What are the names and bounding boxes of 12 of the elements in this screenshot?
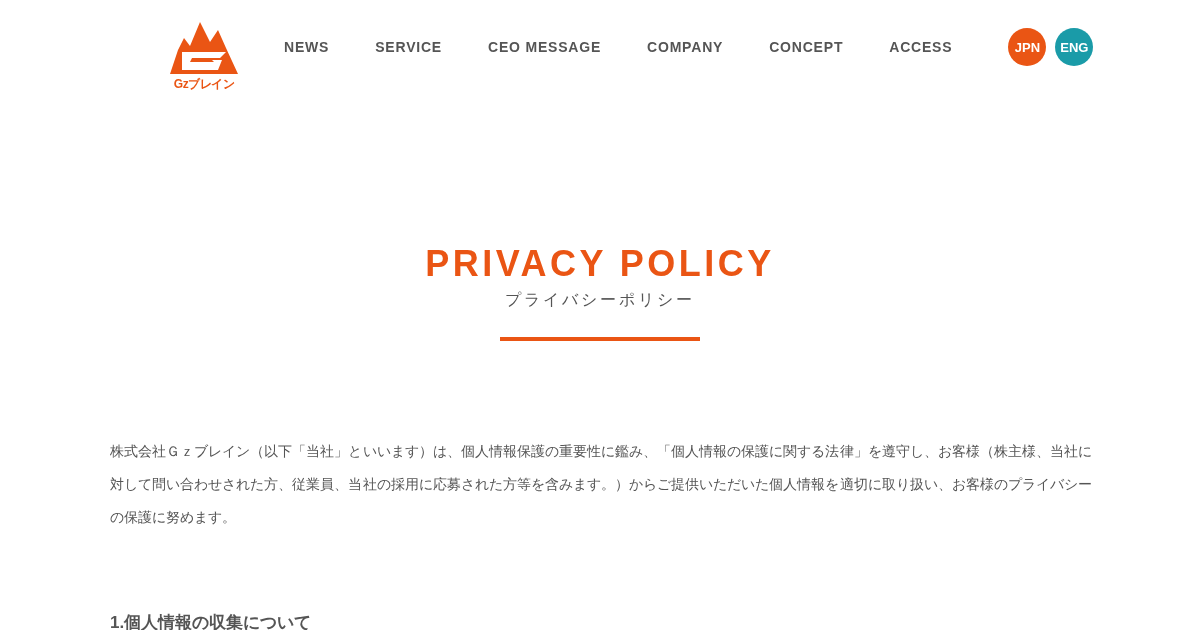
nav-link[interactable]: CEO MESSAGE (488, 39, 602, 55)
nav-link[interactable]: NEWS (284, 39, 330, 55)
language-button[interactable]: JPN (1008, 28, 1047, 66)
nav-link[interactable]: SERVICE (375, 39, 442, 55)
page-title: PRIVACY POLICY (425, 242, 775, 286)
nav-link[interactable]: ACCESS (889, 39, 953, 55)
logo-icon[interactable] (170, 20, 238, 74)
nav-link[interactable]: CONCEPT (769, 39, 844, 55)
intro-paragraph: 株式会社Ｇｚブレイン（以下「当社」といいます）は、個人情報保護の重要性に鑑み、「個人情報の保護に関する法律」を遵守し、お客様（株主様、当社に対して問い合わせされた方、従業員、当社の採用に応募された方等を含みます。）からご提供いただいた個人情報を適切に取り扱い、お客様のプライバシーの保護に努めます。 (110, 443, 1092, 527)
logo-text[interactable]: Gzブレイン (173, 76, 235, 93)
nav-link[interactable]: COMPANY (647, 39, 724, 55)
page-subtitle: プライバシーポリシー (505, 290, 695, 310)
